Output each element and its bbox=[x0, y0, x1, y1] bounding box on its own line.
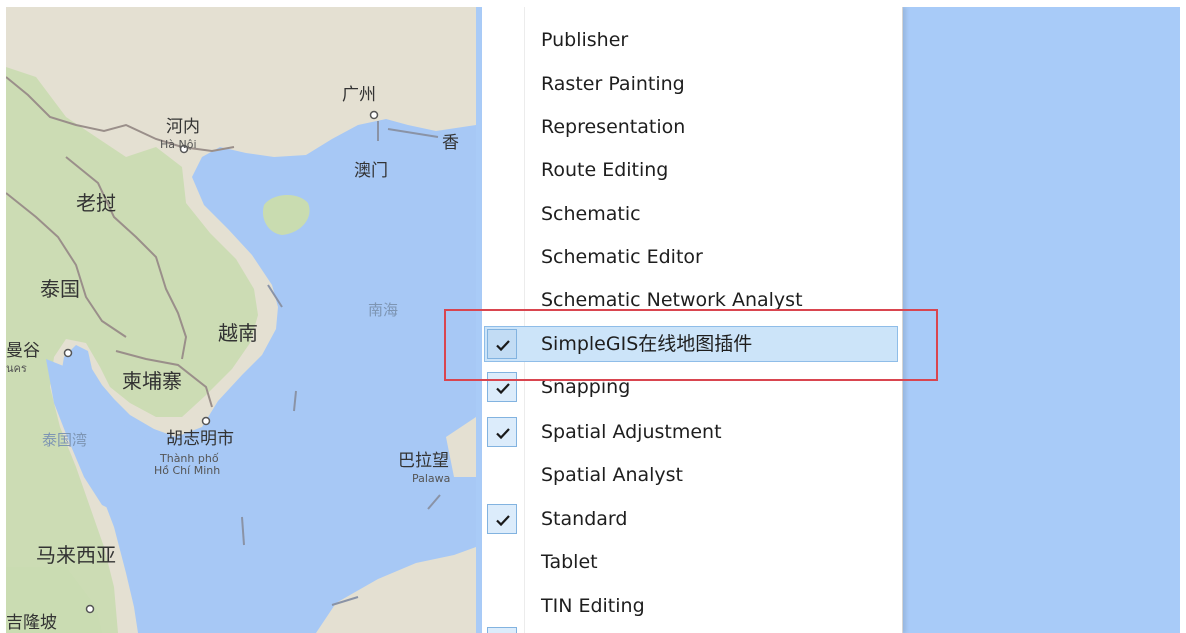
highlight-annotation-box bbox=[444, 309, 938, 381]
menu-item-label: Schematic bbox=[541, 203, 641, 225]
label-guangzhou: 广州 bbox=[342, 85, 376, 105]
screenshot-frame: 广州 河内 Hà Nội 香 澳门 老挝 泰国 南海 越南 曼谷 นคร 柬埔寨… bbox=[6, 7, 1180, 633]
label-malaysia: 马来西亚 bbox=[36, 543, 116, 567]
bangkok-marker bbox=[63, 348, 73, 358]
menu-item-label: TIN Editing bbox=[541, 595, 645, 617]
label-bottom-city: 吉隆坡 bbox=[6, 613, 57, 633]
menu-item-label: Route Editing bbox=[541, 159, 669, 181]
menu-item-label: Spatial Adjustment bbox=[541, 421, 722, 443]
bottom-city-marker bbox=[85, 604, 95, 614]
menu-item-label: Standard bbox=[541, 508, 628, 530]
guangzhou-marker bbox=[369, 110, 379, 120]
menu-item-checkbox[interactable] bbox=[487, 504, 517, 534]
menu-item-checkbox[interactable] bbox=[487, 417, 517, 447]
label-gulf-of-thailand: 泰国湾 bbox=[42, 431, 88, 449]
label-bangkok: 曼谷 bbox=[6, 341, 40, 361]
label-palawan: 巴拉望 bbox=[398, 451, 449, 471]
menu-item-tin-editing[interactable]: TIN Editing bbox=[482, 586, 902, 626]
label-hongkong: 香 bbox=[442, 133, 459, 153]
menu-item-label: Publisher bbox=[541, 29, 629, 51]
menu-item-label: Representation bbox=[541, 116, 686, 138]
label-vietnam: 越南 bbox=[218, 321, 258, 345]
menu-item-label: Schematic Editor bbox=[541, 246, 703, 268]
hcmc-marker bbox=[201, 416, 211, 426]
label-macau: 澳门 bbox=[354, 161, 388, 181]
menu-item-publisher[interactable]: Publisher bbox=[482, 20, 902, 60]
menu-item-standard[interactable]: Standard bbox=[482, 499, 902, 539]
menu-item-label: Tablet bbox=[541, 551, 598, 573]
label-cambodia: 柬埔寨 bbox=[122, 369, 182, 393]
map-graphic bbox=[6, 7, 476, 633]
menu-item-label: Spatial Analyst bbox=[541, 464, 684, 486]
menu-item-schematic-editor[interactable]: Schematic Editor bbox=[482, 237, 902, 277]
menu-item-tablet[interactable]: Tablet bbox=[482, 542, 902, 582]
map-view[interactable]: 广州 河内 Hà Nội 香 澳门 老挝 泰国 南海 越南 曼谷 นคร 柬埔寨… bbox=[6, 7, 476, 633]
menu-item-raster-painting[interactable]: Raster Painting bbox=[482, 64, 902, 104]
label-south-china-sea: 南海 bbox=[368, 301, 399, 319]
menu-item-spatial-adjustment[interactable]: Spatial Adjustment bbox=[482, 412, 902, 452]
menu-item-representation[interactable]: Representation bbox=[482, 107, 902, 147]
label-bangkok-thai: นคร bbox=[6, 362, 27, 375]
checkmark-icon bbox=[496, 515, 510, 527]
label-thailand: 泰国 bbox=[40, 277, 80, 301]
label-laos: 老挝 bbox=[76, 191, 116, 215]
label-hanoi: 河内 bbox=[166, 117, 200, 137]
menu-item-route-editing[interactable]: Route Editing bbox=[482, 150, 902, 190]
next-item-checkbox-peek[interactable] bbox=[487, 627, 517, 633]
label-hanoi-latin: Hà Nội bbox=[160, 138, 197, 151]
menu-item-label: Raster Painting bbox=[541, 73, 685, 95]
label-palawan-latin: Palawa bbox=[412, 472, 451, 485]
menu-item-spatial-analyst[interactable]: Spatial Analyst bbox=[482, 455, 902, 495]
label-hcmc-latin-2: Hồ Chí Minh bbox=[154, 464, 221, 477]
menu-item-schematic[interactable]: Schematic bbox=[482, 194, 902, 234]
label-hcmc: 胡志明市 bbox=[166, 429, 234, 449]
checkmark-icon bbox=[496, 428, 510, 440]
